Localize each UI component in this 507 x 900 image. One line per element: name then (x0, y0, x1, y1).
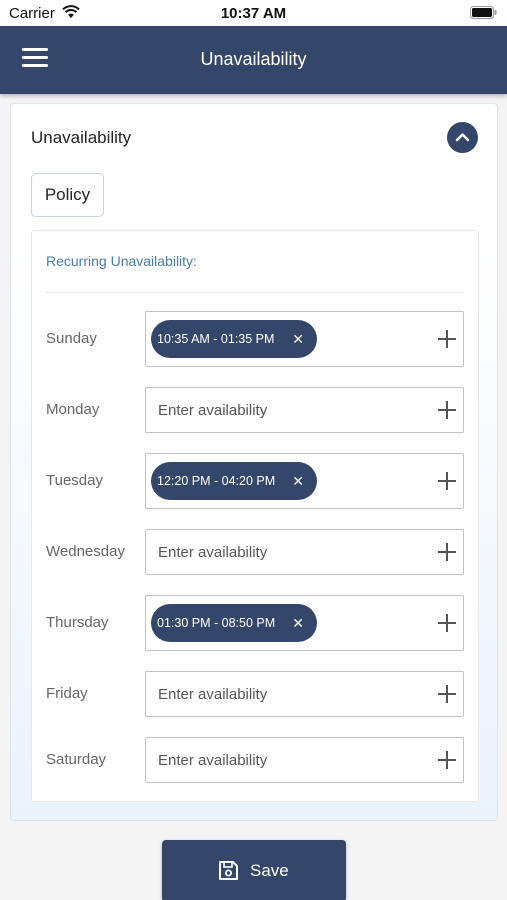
chevron-up-icon (455, 133, 470, 142)
page-title: Unavailability (200, 49, 307, 69)
collapse-button[interactable] (447, 122, 478, 153)
recurring-unavailability-panel: Recurring Unavailability: Sunday 10:35 A… (31, 230, 479, 802)
status-time: 10:37 AM (220, 5, 287, 22)
day-label-sunday: Sunday (46, 330, 97, 347)
availability-placeholder: Enter availability (158, 402, 268, 419)
plus-icon[interactable] (437, 400, 457, 420)
availability-field-wednesday[interactable]: Enter availability (145, 529, 464, 575)
availability-placeholder: Enter availability (158, 752, 268, 769)
day-label-friday: Friday (46, 685, 88, 702)
day-label-tuesday: Tuesday (46, 472, 103, 489)
availability-field-sunday[interactable]: 10:35 AM - 01:35 PM ✕ (145, 311, 464, 367)
plus-icon[interactable] (437, 684, 457, 704)
section-heading: Recurring Unavailability: (46, 253, 197, 269)
unavailability-card: Unavailability Policy Recurring Unavaila… (10, 103, 498, 821)
time-chip: 01:30 PM - 08:50 PM ✕ (151, 604, 317, 642)
day-label-monday: Monday (46, 401, 100, 418)
status-bar: Carrier 10:37 AM (0, 0, 507, 26)
availability-field-monday[interactable]: Enter availability (145, 387, 464, 433)
chip-close-icon[interactable]: ✕ (292, 604, 304, 642)
plus-icon[interactable] (437, 750, 457, 770)
availability-field-tuesday[interactable]: 12:20 PM - 04:20 PM ✕ (145, 453, 464, 509)
time-chip-label: 12:20 PM - 04:20 PM (157, 474, 276, 488)
day-label-saturday: Saturday (46, 751, 107, 768)
plus-icon[interactable] (437, 329, 457, 349)
save-label: Save (250, 861, 289, 880)
save-icon (219, 861, 238, 880)
card-title: Unavailability (31, 128, 132, 147)
chip-close-icon[interactable]: ✕ (292, 320, 304, 358)
availability-field-friday[interactable]: Enter availability (145, 671, 464, 717)
day-label-wednesday: Wednesday (46, 543, 125, 560)
plus-icon[interactable] (437, 613, 457, 633)
availability-field-thursday[interactable]: 01:30 PM - 08:50 PM ✕ (145, 595, 464, 651)
divider (46, 292, 464, 293)
plus-icon[interactable] (437, 471, 457, 491)
time-chip-label: 10:35 AM - 01:35 PM (157, 332, 275, 346)
battery-icon (470, 6, 497, 19)
chip-close-icon[interactable]: ✕ (292, 462, 304, 500)
time-chip: 10:35 AM - 01:35 PM ✕ (151, 320, 317, 358)
availability-placeholder: Enter availability (158, 686, 268, 703)
day-label-thursday: Thursday (46, 614, 109, 631)
availability-field-saturday[interactable]: Enter availability (145, 737, 464, 783)
time-chip-label: 01:30 PM - 08:50 PM (157, 616, 276, 630)
availability-placeholder: Enter availability (158, 544, 268, 561)
policy-tab[interactable]: Policy (31, 173, 104, 217)
plus-icon[interactable] (437, 542, 457, 562)
app-header: Unavailability (0, 26, 507, 94)
save-button[interactable]: Save (162, 840, 346, 900)
time-chip: 12:20 PM - 04:20 PM ✕ (151, 462, 317, 500)
